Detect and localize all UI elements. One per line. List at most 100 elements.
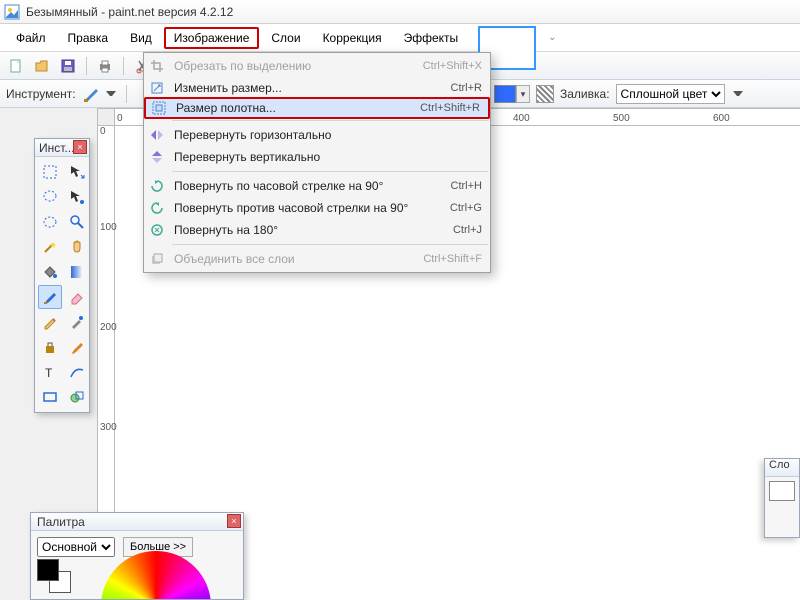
menu-file[interactable]: Файл — [6, 27, 56, 49]
ruler-tick: 0 — [100, 126, 106, 137]
toolbar-separator — [86, 57, 87, 75]
resize-icon — [148, 79, 166, 97]
menu-item-shortcut: Ctrl+Shift+R — [420, 102, 480, 114]
tool-rectangle[interactable] — [38, 385, 62, 409]
tool-text[interactable]: T — [38, 360, 62, 384]
menu-item-label: Повернуть по часовой стрелке на 90° — [174, 179, 443, 193]
menu-layers[interactable]: Слои — [261, 27, 310, 49]
menu-crop-to-selection[interactable]: Обрезать по выделению Ctrl+Shift+X — [144, 55, 490, 77]
tool-magic-wand[interactable] — [38, 235, 62, 259]
ruler-tick: 300 — [100, 422, 117, 433]
tool-ellipse-select[interactable] — [38, 210, 62, 234]
brush-icon[interactable] — [82, 85, 100, 103]
tool-dropdown-icon[interactable] — [106, 91, 116, 97]
menu-item-shortcut: Ctrl+G — [450, 202, 482, 214]
tool-move-pixels[interactable] — [65, 185, 89, 209]
tools-panel-title-text: Инст... — [39, 141, 74, 155]
tool-pan[interactable] — [65, 235, 89, 259]
palette-panel[interactable]: Палитра × Основной Больше >> — [30, 512, 244, 600]
ruler-tick: 600 — [713, 113, 730, 124]
palette-panel-title[interactable]: Палитра × — [31, 513, 243, 531]
menu-effects[interactable]: Эффекты — [394, 27, 469, 49]
rotate-ccw-icon — [148, 199, 166, 217]
fg-bg-swatches[interactable] — [37, 559, 73, 595]
menu-image[interactable]: Изображение — [164, 27, 260, 49]
pattern-swatch[interactable] — [536, 85, 554, 103]
menu-item-label: Перевернуть горизонтально — [174, 128, 474, 142]
crop-icon — [148, 57, 166, 75]
tool-shapes[interactable] — [65, 385, 89, 409]
menu-rotate-cw[interactable]: Повернуть по часовой стрелке на 90° Ctrl… — [144, 175, 490, 197]
save-button[interactable] — [58, 56, 78, 76]
swatch-dropdown-icon: ▾ — [516, 85, 530, 103]
menu-item-label: Повернуть против часовой стрелки на 90° — [174, 201, 442, 215]
canvas-size-icon — [150, 99, 168, 117]
menu-edit[interactable]: Правка — [58, 27, 119, 49]
menu-adjustments[interactable]: Коррекция — [313, 27, 392, 49]
foreground-color-swatch[interactable] — [37, 559, 59, 581]
rotate-180-icon — [148, 221, 166, 239]
tool-recolor[interactable] — [65, 335, 89, 359]
fill-label: Заливка: — [560, 87, 610, 101]
layers-panel-title[interactable]: Сло — [765, 459, 799, 477]
menu-flatten[interactable]: Объединить все слои Ctrl+Shift+F — [144, 248, 490, 270]
tool-paint-bucket[interactable] — [38, 260, 62, 284]
menu-flip-vertical[interactable]: Перевернуть вертикально — [144, 146, 490, 168]
menu-item-label: Обрезать по выделению — [174, 59, 415, 73]
menu-separator — [172, 244, 488, 245]
tools-panel-title[interactable]: Инст... × — [35, 139, 89, 157]
new-file-button[interactable] — [6, 56, 26, 76]
menu-item-label: Объединить все слои — [174, 252, 415, 266]
tool-color-picker[interactable] — [65, 310, 89, 334]
tools-panel[interactable]: Инст... × T — [34, 138, 90, 413]
tool-rect-select[interactable] — [38, 160, 62, 184]
menu-item-shortcut: Ctrl+J — [453, 224, 482, 236]
tool-eraser[interactable] — [65, 285, 89, 309]
tool-line[interactable] — [65, 360, 89, 384]
rotate-cw-icon — [148, 177, 166, 195]
tool-clone-stamp[interactable] — [38, 335, 62, 359]
menu-bar: Файл Правка Вид Изображение Слои Коррекц… — [0, 24, 800, 52]
menu-canvas-size[interactable]: Размер полотна... Ctrl+Shift+R — [144, 97, 490, 119]
ruler-tick: 0 — [117, 113, 123, 124]
flatten-icon — [148, 250, 166, 268]
tool-pencil[interactable] — [38, 310, 62, 334]
layer-thumbnail[interactable] — [769, 481, 795, 501]
tool-move-selection[interactable] — [65, 160, 89, 184]
ruler-corner — [97, 108, 115, 126]
svg-text:T: T — [45, 366, 53, 380]
menu-view[interactable]: Вид — [120, 27, 162, 49]
tool-zoom[interactable] — [65, 210, 89, 234]
thumbnail-expand-icon[interactable]: ⌄ — [548, 32, 556, 43]
close-icon[interactable]: × — [73, 140, 87, 154]
toolbar-separator — [123, 57, 124, 75]
ruler-tick: 100 — [100, 222, 117, 233]
fill-group: ▾ Заливка: Сплошной цвет — [494, 80, 743, 108]
color-mode-select[interactable]: Основной — [37, 537, 115, 557]
print-button[interactable] — [95, 56, 115, 76]
color-swatch — [494, 85, 516, 103]
title-bar: Безымянный - paint.net версия 4.2.12 — [0, 0, 800, 24]
menu-rotate-ccw[interactable]: Повернуть против часовой стрелки на 90° … — [144, 197, 490, 219]
tool-lasso[interactable] — [38, 185, 62, 209]
menu-item-shortcut: Ctrl+R — [451, 82, 482, 94]
ruler-tick: 500 — [613, 113, 630, 124]
menu-resize[interactable]: Изменить размер... Ctrl+R — [144, 77, 490, 99]
menu-item-label: Размер полотна... — [176, 101, 412, 115]
toolbar-separator — [126, 85, 127, 103]
menu-flip-horizontal[interactable]: Перевернуть горизонтально — [144, 124, 490, 146]
menu-item-label: Изменить размер... — [174, 81, 443, 95]
tool-gradient[interactable] — [65, 260, 89, 284]
menu-item-label: Перевернуть вертикально — [174, 150, 474, 164]
color-swatch-picker[interactable]: ▾ — [494, 85, 530, 103]
layers-panel[interactable]: Сло — [764, 458, 800, 538]
close-icon[interactable]: × — [227, 514, 241, 528]
fill-mode-select[interactable]: Сплошной цвет — [616, 84, 725, 104]
tool-paintbrush[interactable] — [38, 285, 62, 309]
fill-extra-dropdown-icon[interactable] — [733, 91, 743, 97]
menu-item-label: Повернуть на 180° — [174, 223, 445, 237]
open-file-button[interactable] — [32, 56, 52, 76]
palette-title-text: Палитра — [37, 515, 85, 529]
menu-rotate-180[interactable]: Повернуть на 180° Ctrl+J — [144, 219, 490, 241]
ruler-tick: 400 — [513, 113, 530, 124]
